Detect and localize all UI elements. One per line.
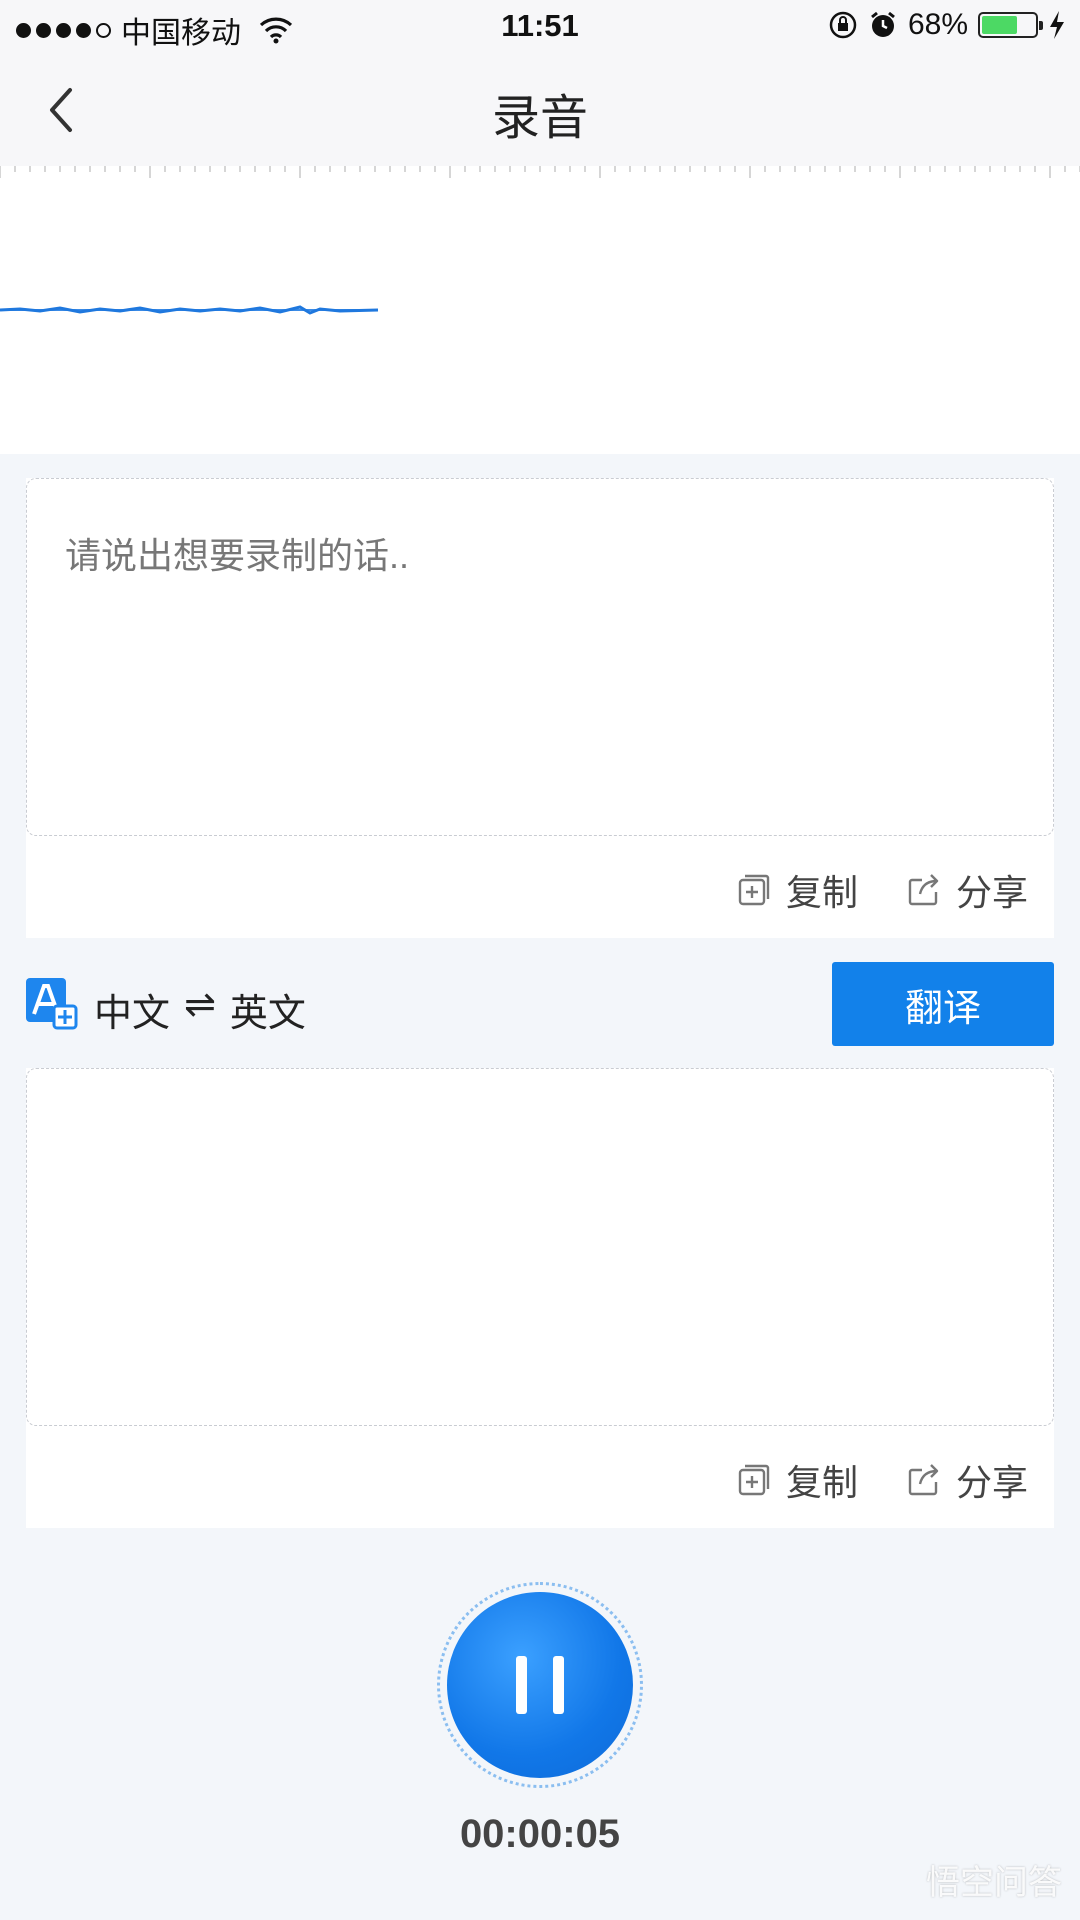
transcript-copy-button[interactable]: 复制 <box>736 864 858 916</box>
transcript-textbox[interactable]: 请说出想要录制的话.. <box>26 478 1054 836</box>
pause-icon <box>516 1656 527 1714</box>
transcript-actions: 复制 分享 <box>736 864 1028 916</box>
recording-timer: 00:00:05 <box>459 1812 621 1856</box>
translation-actions: 复制 分享 <box>736 1454 1028 1506</box>
copy-icon <box>738 874 770 906</box>
target-language: 英文 <box>229 993 306 1035</box>
source-language: 中文 <box>94 993 171 1035</box>
swap-icon: ⇌ <box>184 984 216 1026</box>
rotation-lock-icon <box>829 11 857 39</box>
status-bar: 中国移动 11:51 68% <box>0 0 1080 54</box>
transcript-share-button[interactable]: 分享 <box>906 864 1028 916</box>
nav-bar: 录音 <box>0 54 1080 166</box>
battery-percent: 68% <box>907 8 968 41</box>
translate-icon <box>26 978 78 1030</box>
share-icon <box>908 874 939 906</box>
waveform-area <box>0 166 1080 454</box>
translate-button[interactable]: 翻译 <box>832 962 1054 1046</box>
watermark: 悟空问答 <box>926 1864 1062 1902</box>
pause-button[interactable] <box>447 1592 633 1778</box>
translation-share-button[interactable]: 分享 <box>906 1454 1028 1506</box>
alarm-icon <box>871 11 895 37</box>
share-label: 分享 <box>955 872 1028 913</box>
language-pair[interactable]: 中文 ⇌ 英文 <box>94 982 306 1037</box>
pause-icon <box>553 1656 564 1714</box>
copy-label: 复制 <box>785 1462 858 1503</box>
status-right: 68% <box>828 8 1066 42</box>
transcript-panel: 请说出想要录制的话.. 复制 分享 <box>26 478 1054 938</box>
battery-icon <box>978 12 1043 38</box>
copy-icon <box>738 1464 770 1496</box>
translation-textbox[interactable] <box>26 1068 1054 1426</box>
translation-copy-button[interactable]: 复制 <box>736 1454 858 1506</box>
charging-icon <box>1050 11 1064 39</box>
copy-label: 复制 <box>785 872 858 913</box>
page-title: 录音 <box>491 92 588 145</box>
audio-waveform <box>0 305 379 315</box>
translate-row: 中文 ⇌ 英文 翻译 <box>26 962 1054 1046</box>
share-label: 分享 <box>955 1462 1028 1503</box>
transcript-placeholder: 请说出想要录制的话.. <box>65 535 410 576</box>
share-icon <box>908 1464 939 1496</box>
translation-panel: 复制 分享 <box>26 1068 1054 1528</box>
